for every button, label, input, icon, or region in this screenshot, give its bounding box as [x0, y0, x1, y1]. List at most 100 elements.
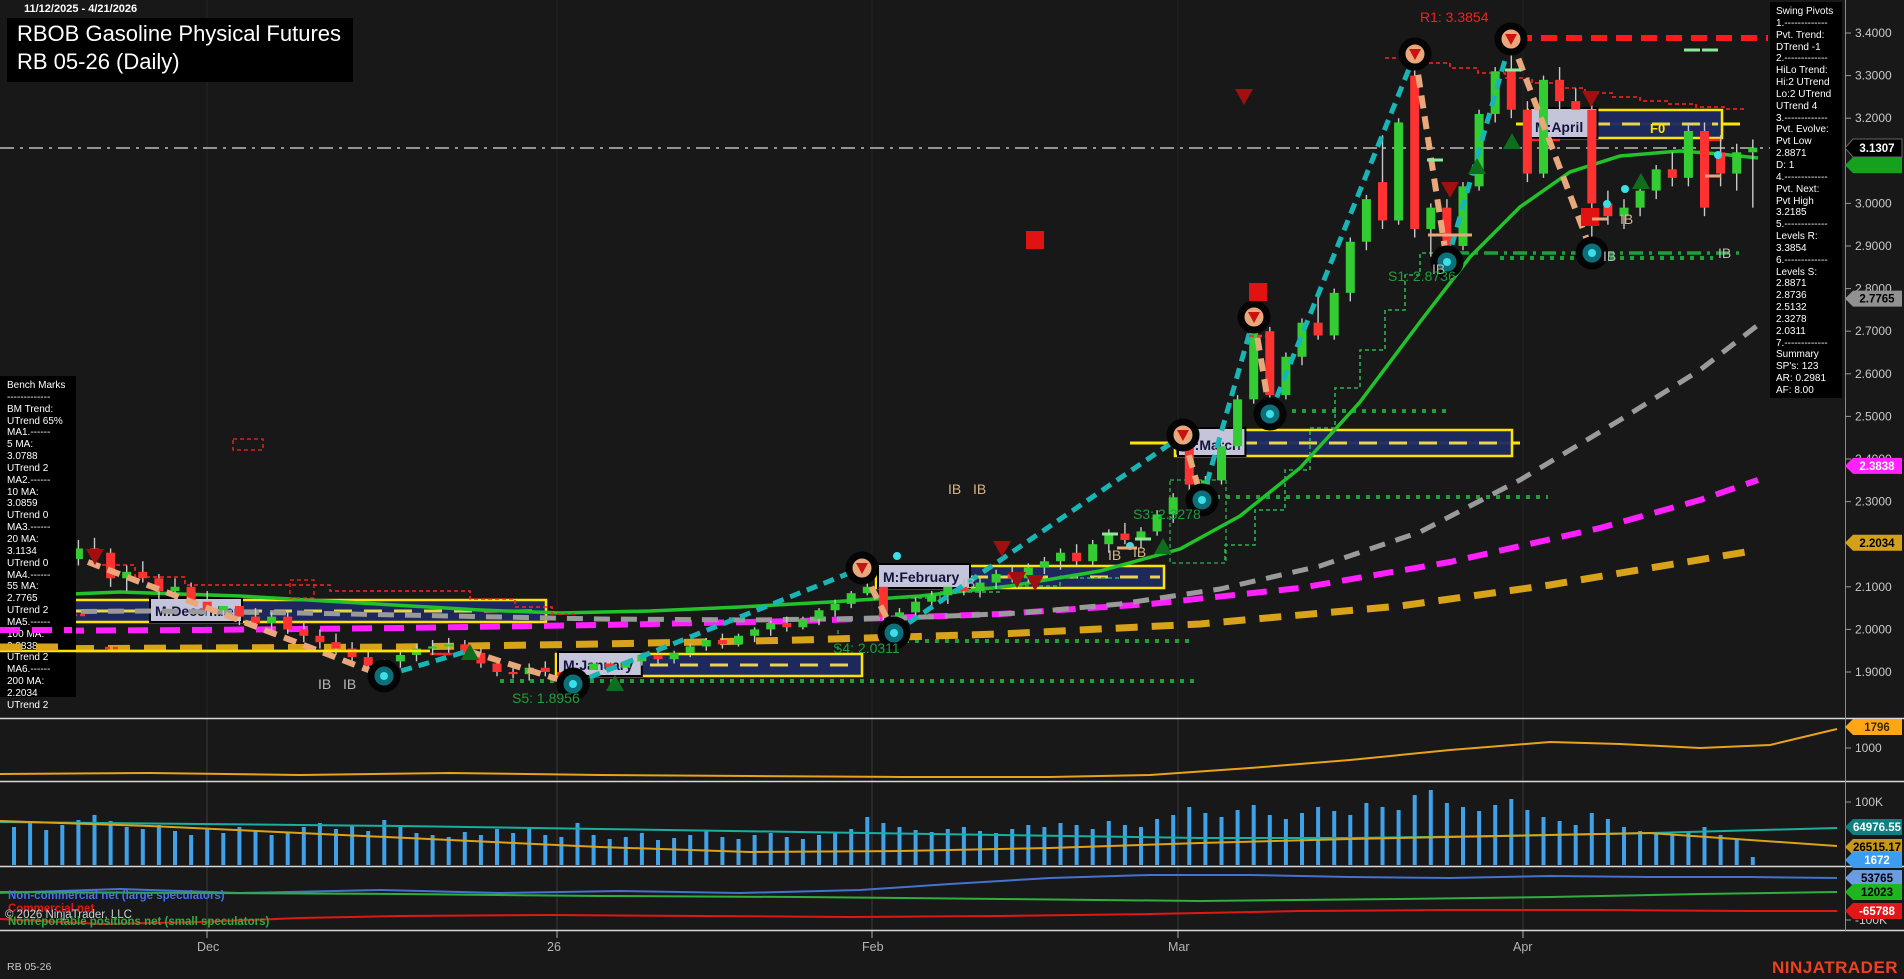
- svg-text:IB: IB: [973, 481, 986, 497]
- panel-line: 2.5132: [1776, 302, 1840, 314]
- svg-text:2.0000: 2.0000: [1855, 622, 1892, 636]
- panel-line: 2.8871: [1776, 148, 1840, 160]
- panel-line: 100 MA:: [7, 629, 73, 641]
- svg-text:IB: IB: [1620, 211, 1633, 227]
- axis-badge: -65788: [1845, 903, 1902, 919]
- panel-line: 2.8736: [1776, 290, 1840, 302]
- svg-text:2.3838: 2.3838: [1859, 461, 1895, 473]
- panel-line: 200 MA:: [7, 676, 73, 688]
- axis-badge: 2.7765: [1845, 291, 1902, 307]
- panel-line: 2.0311: [1776, 326, 1840, 338]
- svg-text:IB: IB: [1718, 245, 1731, 261]
- panel-line: Pvt. Evolve:: [1776, 124, 1840, 136]
- stop-square-icon: [1026, 231, 1044, 249]
- panel-line: 1.-------------: [1776, 18, 1840, 30]
- svg-text:IB: IB: [962, 575, 975, 591]
- panel-line: 5.-------------: [1776, 219, 1840, 231]
- svg-text:3.3000: 3.3000: [1855, 69, 1892, 83]
- panel-line: 10 MA:: [7, 487, 73, 499]
- svg-text:1.9000: 1.9000: [1855, 665, 1892, 679]
- ninjatrader-window: M:DecemberM:JanuaryM:FebruaryM:MarchM:Ap…: [0, 0, 1904, 979]
- axis-badge: 53765: [1845, 870, 1902, 886]
- stop-square-icon: [1249, 283, 1267, 301]
- svg-text:Apr: Apr: [1513, 940, 1532, 954]
- svg-text:1672: 1672: [1864, 855, 1890, 867]
- panel-line: 2.-------------: [1776, 53, 1840, 65]
- panel-line: Summary: [1776, 349, 1840, 361]
- svg-text:2.3000: 2.3000: [1855, 495, 1892, 509]
- panel-line: 3.0788: [7, 451, 73, 463]
- panel-line: MA1.------: [7, 427, 73, 439]
- panel-line: Pvt. Next:: [1776, 184, 1840, 196]
- svg-text:R1: 3.3854: R1: 3.3854: [1420, 9, 1489, 25]
- panel-line: 2.8871: [1776, 278, 1840, 290]
- panel-line: 55 MA:: [7, 581, 73, 593]
- svg-text:2.1000: 2.1000: [1855, 580, 1892, 594]
- svg-text:-65788: -65788: [1859, 906, 1895, 918]
- panel-line: MA4.------: [7, 570, 73, 582]
- svg-text:S4: 2.0311: S4: 2.0311: [833, 640, 900, 656]
- instrument-name: RBOB Gasoline Physical Futures: [17, 20, 341, 48]
- swing-pivots-panel: Swing Pivots1.-------------Pvt. Trend:DT…: [1770, 2, 1842, 398]
- svg-text:Mar: Mar: [1168, 940, 1190, 954]
- svg-text:3.0000: 3.0000: [1855, 196, 1892, 210]
- svg-text:IB: IB: [1603, 248, 1616, 264]
- axis-badge: 1796: [1845, 719, 1902, 735]
- panel-line: UTrend 2: [7, 463, 73, 475]
- svg-text:2.9000: 2.9000: [1855, 239, 1892, 253]
- axis-badge: 2.3838: [1845, 458, 1902, 474]
- panel-line: AR: 0.2981: [1776, 373, 1840, 385]
- panel-line: UTrend 0: [7, 510, 73, 522]
- panel-line: Levels S:: [1776, 267, 1840, 279]
- svg-text:IB: IB: [318, 676, 331, 692]
- chart-title: RBOB Gasoline Physical Futures RB 05-26 …: [7, 18, 353, 82]
- panel-line: Lo:2 UTrend: [1776, 89, 1840, 101]
- panel-line: 4.-------------: [1776, 172, 1840, 184]
- panel-line: 6.-------------: [1776, 255, 1840, 267]
- panel-line: MA2.------: [7, 475, 73, 487]
- svg-text:IB: IB: [948, 481, 961, 497]
- svg-text:IB: IB: [343, 676, 356, 692]
- svg-text:IB: IB: [1108, 547, 1121, 563]
- axis-badge: [1845, 157, 1902, 173]
- panel-line: Pvt High: [1776, 196, 1840, 208]
- svg-text:F0: F0: [1650, 121, 1665, 136]
- panel-line: 2.7765: [7, 593, 73, 605]
- panel-line: MA6.------: [7, 664, 73, 676]
- svg-text:1796: 1796: [1864, 722, 1890, 734]
- svg-text:S1: 2.8736: S1: 2.8736: [1388, 268, 1456, 284]
- svg-text:2.2034: 2.2034: [1859, 538, 1895, 550]
- panel-line: 3.2185: [1776, 207, 1840, 219]
- panel-line: UTrend 65%: [7, 416, 73, 428]
- panel-line: -------------: [7, 392, 73, 404]
- panel-line: 2.2034: [7, 688, 73, 700]
- panel-line: 3.1134: [7, 546, 73, 558]
- panel-line: BM Trend:: [7, 404, 73, 416]
- price-chart-canvas[interactable]: M:DecemberM:JanuaryM:FebruaryM:MarchM:Ap…: [0, 0, 1904, 979]
- panel-line: Hi:2 UTrend: [1776, 77, 1840, 89]
- panel-line: 2.3838: [7, 641, 73, 653]
- ninjatrader-logo: NINJATRADER: [1772, 958, 1898, 978]
- panel-line: D: 1: [1776, 160, 1840, 172]
- tab-instrument-label[interactable]: RB 05-26: [7, 961, 51, 973]
- axis-badge: 12023: [1845, 884, 1902, 900]
- panel-line: 3.3854: [1776, 243, 1840, 255]
- svg-text:100K: 100K: [1855, 795, 1883, 809]
- svg-text:12023: 12023: [1861, 887, 1893, 899]
- panel-line: Levels R:: [1776, 231, 1840, 243]
- axis-badge: 64976.55: [1845, 819, 1902, 835]
- svg-text:2.7765: 2.7765: [1859, 294, 1895, 306]
- axis-badge: 3.1307: [1845, 139, 1902, 157]
- svg-text:1000: 1000: [1855, 741, 1882, 755]
- svg-text:53765: 53765: [1861, 873, 1894, 885]
- svg-text:3.4000: 3.4000: [1855, 26, 1892, 40]
- svg-text:S5: 1.8956: S5: 1.8956: [512, 690, 580, 706]
- axis-badge: 2.2034: [1845, 535, 1902, 551]
- panel-line: 20 MA:: [7, 534, 73, 546]
- panel-line: 3.0859: [7, 498, 73, 510]
- month-label-chip[interactable]: M:February: [878, 564, 970, 588]
- panel-line: SP's: 123: [1776, 361, 1840, 373]
- panel-line: Bench Marks: [7, 380, 73, 392]
- svg-text:3.2000: 3.2000: [1855, 111, 1892, 125]
- svg-text:64976.55: 64976.55: [1853, 822, 1902, 834]
